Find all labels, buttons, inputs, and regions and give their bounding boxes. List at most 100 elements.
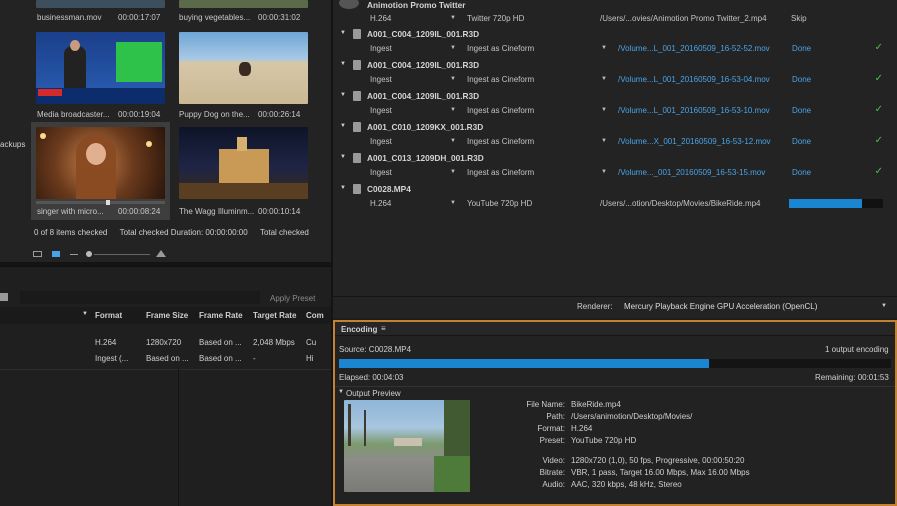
output-preview-label[interactable]: Output Preview xyxy=(346,389,401,398)
icon-view-icon[interactable] xyxy=(52,251,60,257)
thumbnail-vegetables[interactable] xyxy=(179,0,308,8)
panel-divider[interactable] xyxy=(0,262,331,266)
file-icon xyxy=(353,122,361,132)
dropdown-icon[interactable]: ▼ xyxy=(450,107,456,113)
check-icon: ✓ xyxy=(874,42,883,53)
zoom-slider-track[interactable] xyxy=(94,254,150,255)
check-icon: ✓ xyxy=(874,104,883,115)
panel-menu-icon[interactable]: ≡ xyxy=(381,324,386,333)
thumbnail-puppy-dog[interactable] xyxy=(179,32,308,104)
zoom-in-icon[interactable] xyxy=(156,250,166,257)
queue-output-row[interactable]: Ingest ▼ Ingest as Cineform ▼ /Volume...… xyxy=(333,73,897,87)
zoom-out-icon[interactable] xyxy=(70,254,78,255)
dropdown-icon[interactable]: ▼ xyxy=(601,138,607,144)
expand-triangle-icon[interactable]: ▼ xyxy=(340,92,346,98)
renderer-select[interactable]: Mercury Playback Engine GPU Acceleration… xyxy=(624,302,817,311)
meta-label: File Name: xyxy=(526,400,565,409)
output-preview-frame xyxy=(344,400,470,492)
meta-label: Format: xyxy=(537,424,565,433)
expand-triangle-icon[interactable]: ▼ xyxy=(340,30,346,36)
zoom-slider-thumb[interactable] xyxy=(86,251,92,257)
queue-output-row[interactable]: Ingest ▼ Ingest as Cineform ▼ /Volume...… xyxy=(333,104,897,118)
col-format[interactable]: Format xyxy=(95,311,122,320)
renderer-bar: Renderer: Mercury Playback Engine GPU Ac… xyxy=(333,296,897,316)
thumb-duration-1: 00:00:17:07 xyxy=(118,13,161,22)
sort-arrow-icon[interactable]: ▼ xyxy=(82,311,88,317)
list-view-icon[interactable] xyxy=(33,251,42,257)
col-target-rate[interactable]: Target Rate xyxy=(253,311,296,320)
media-browser-panel: ackups businessman.mov 00:00:17:07 buyin… xyxy=(0,0,331,262)
encoding-source: Source: C0028.MP4 xyxy=(339,345,412,354)
preset-browser-panel: ⌕ Apply Preset ▼ Format Frame Size Frame… xyxy=(0,266,331,506)
table-row[interactable]: Ingest (... Based on ... Based on ... - … xyxy=(0,351,331,365)
col-comment[interactable]: Com xyxy=(306,311,324,320)
dropdown-icon[interactable]: ▼ xyxy=(601,107,607,113)
dropdown-icon[interactable]: ▼ xyxy=(450,76,456,82)
thumb-scrub-bar[interactable] xyxy=(36,200,165,205)
meta-value: 1280x720 (1,0), 50 fps, Progressive, 00:… xyxy=(571,456,745,465)
chevron-down-icon[interactable]: ▼ xyxy=(881,303,887,309)
status-text: Done xyxy=(792,44,812,53)
dropdown-icon[interactable]: ▼ xyxy=(450,138,456,144)
thumb-label-1: businessman.mov xyxy=(37,13,102,22)
col-frame-rate[interactable]: Frame Rate xyxy=(199,311,243,320)
queue-output-row[interactable]: H.264 ▼ Twitter 720p HD /Users/...ovies/… xyxy=(333,12,897,26)
dropdown-icon[interactable]: ▼ xyxy=(601,169,607,175)
preset-search-input[interactable] xyxy=(20,291,260,304)
thumb-label-2: buying vegetables... xyxy=(179,13,251,22)
encoding-tab[interactable]: Encoding xyxy=(341,325,377,334)
encoding-panel: Encoding ≡ Source: C0028.MP4 1 output en… xyxy=(333,320,897,506)
dropdown-icon[interactable]: ▼ xyxy=(450,200,456,206)
expand-triangle-icon[interactable]: ▼ xyxy=(340,154,346,160)
thumbnail-media-broadcaster[interactable] xyxy=(36,32,165,104)
media-view-tools xyxy=(30,248,330,260)
file-icon xyxy=(353,60,361,70)
output-count: 1 output encoding xyxy=(825,345,889,354)
file-icon xyxy=(353,91,361,101)
meta-label: Path: xyxy=(546,412,565,421)
folder-icon[interactable] xyxy=(0,293,8,301)
meta-value: /Users/animotion/Desktop/Movies/ xyxy=(571,412,693,421)
meta-value: AAC, 320 kbps, 48 kHz, Stereo xyxy=(571,480,682,489)
queue-source-row[interactable]: ▼ A001_C004_1209IL_001.R3D xyxy=(333,27,897,41)
queue-source-row[interactable]: ▼ A001_C004_1209IL_001.R3D xyxy=(333,58,897,72)
collapse-triangle-icon[interactable]: ▼ xyxy=(338,389,344,395)
remaining-time: Remaining: 00:01:53 xyxy=(815,373,889,382)
queue-source-name[interactable]: Animotion Promo Twitter xyxy=(367,0,465,10)
checked-duration: Total checked Duration: 00:00:00:00 xyxy=(119,228,248,237)
panel-divider[interactable] xyxy=(331,0,333,506)
expand-triangle-icon[interactable]: ▼ xyxy=(340,185,346,191)
dropdown-icon[interactable]: ▼ xyxy=(601,45,607,51)
meta-value: YouTube 720p HD xyxy=(571,436,637,445)
queue-source-row[interactable]: ▼ C0028.MP4 xyxy=(333,182,897,196)
expand-triangle-icon[interactable]: ▼ xyxy=(340,123,346,129)
queue-output-row[interactable]: Ingest ▼ Ingest as Cineform ▼ /Volume...… xyxy=(333,166,897,180)
queue-output-row[interactable]: Ingest ▼ Ingest as Cineform ▼ /Volume...… xyxy=(333,135,897,149)
expand-triangle-icon[interactable]: ▼ xyxy=(340,61,346,67)
divider xyxy=(335,386,895,387)
queue-source-row[interactable]: ▼ A001_C004_1209IL_001.R3D xyxy=(333,89,897,103)
status-text: Done xyxy=(792,137,812,146)
dropdown-icon[interactable]: ▼ xyxy=(601,76,607,82)
queue-source-row[interactable]: ▼ A001_C013_1209DH_001.R3D xyxy=(333,151,897,165)
thumbnail-singer[interactable] xyxy=(36,127,165,199)
elapsed-time: Elapsed: 00:04:03 xyxy=(339,373,404,382)
check-icon: ✓ xyxy=(874,166,883,177)
thumb-duration-4: 00:00:26:14 xyxy=(258,110,301,119)
queue-output-row[interactable]: H.264 ▼ YouTube 720p HD /Users/...otion/… xyxy=(333,197,897,211)
table-row[interactable]: H.264 1280x720 Based on ... 2,048 Mbps C… xyxy=(0,335,331,349)
queue-source-row[interactable]: ▼ A001_C010_1209KX_001.R3D xyxy=(333,120,897,134)
dropdown-icon[interactable]: ▼ xyxy=(450,45,456,51)
apply-preset-button[interactable]: Apply Preset xyxy=(270,294,315,303)
thumbnail-wagg[interactable] xyxy=(179,127,308,199)
col-frame-size[interactable]: Frame Size xyxy=(146,311,188,320)
media-status-bar: 0 of 8 items checked Total checked Durat… xyxy=(34,228,309,237)
thumb-duration-5: 00:00:08:24 xyxy=(118,207,161,216)
dropdown-icon[interactable]: ▼ xyxy=(450,169,456,175)
thumb-duration-6: 00:00:10:14 xyxy=(258,207,301,216)
queue-output-row[interactable]: Ingest ▼ Ingest as Cineform ▼ /Volume...… xyxy=(333,42,897,56)
thumbnail-businessman[interactable] xyxy=(36,0,165,8)
queue-panel: Animotion Promo Twitter H.264 ▼ Twitter … xyxy=(333,0,897,318)
dropdown-icon[interactable]: ▼ xyxy=(450,15,456,21)
sidebar-label: ackups xyxy=(0,140,26,149)
